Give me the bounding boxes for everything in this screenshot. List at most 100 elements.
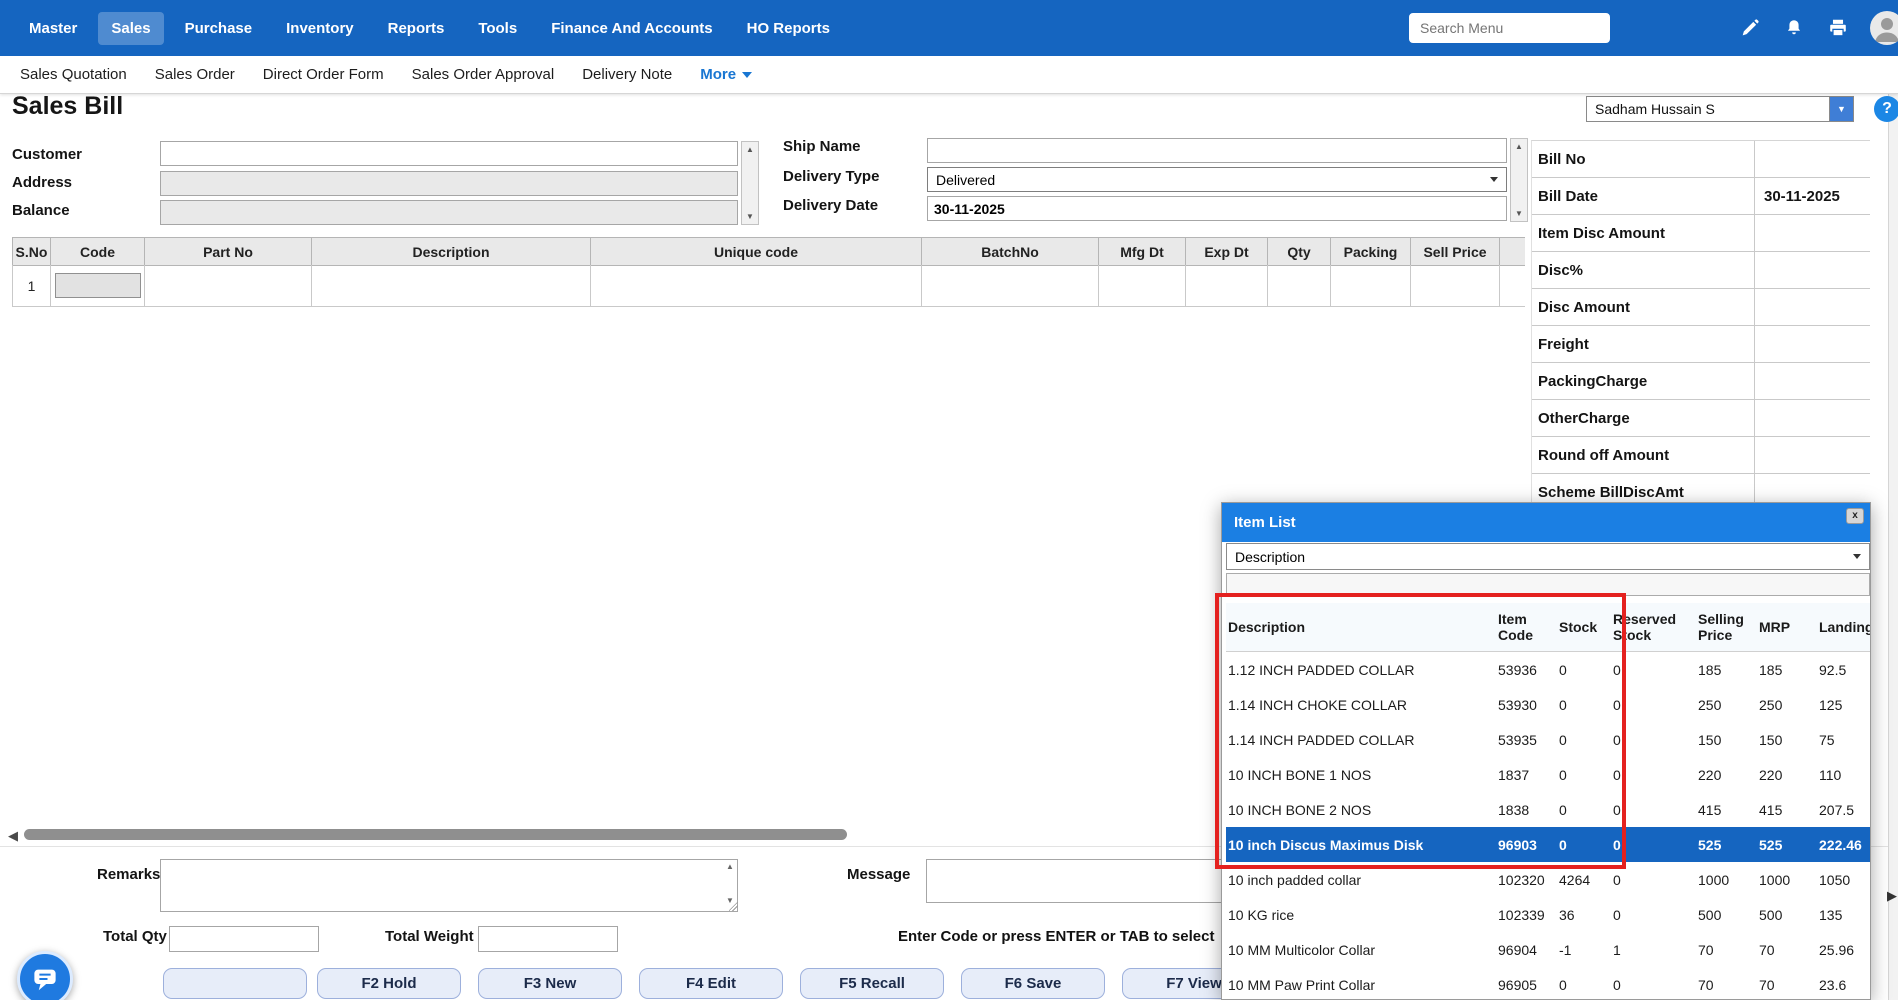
grid-cell-sno[interactable]: 1 <box>12 265 51 307</box>
item-list-row-1-12-inch-padded-collar[interactable]: 1.12 INCH PADDED COLLAR539360018518592.5 <box>1226 652 1870 687</box>
item-list-cell: 0 <box>1611 767 1696 783</box>
side-panel-row-bill-date: Bill Date30-11-2025 <box>1532 178 1870 215</box>
item-list-row-10-mm-paw-print-collar[interactable]: 10 MM Paw Print Collar9690500707023.6 <box>1226 967 1870 1000</box>
side-panel-label: Bill No <box>1532 151 1754 168</box>
right-scroll-strip[interactable] <box>1888 94 1898 1000</box>
subnav-item-sales-order-approval[interactable]: Sales Order Approval <box>398 58 569 91</box>
item-list-column-reserved-stock: Reserved Stock <box>1611 603 1696 651</box>
avatar[interactable] <box>1870 11 1898 45</box>
side-panel: Bill No Bill Date30-11-2025 Item Disc Amou… <box>1531 140 1870 511</box>
item-list-cell: 10 inch Discus Maximus Disk <box>1226 837 1496 853</box>
item-list-row-10-mm-multicolor-collar[interactable]: 10 MM Multicolor Collar96904-11707025.96 <box>1226 932 1870 967</box>
delivery-date-input[interactable] <box>927 196 1507 221</box>
scroll-left-icon[interactable]: ◀ <box>8 828 18 844</box>
item-list-row-10-kg-rice[interactable]: 10 KG rice102339360500500135 <box>1226 897 1870 932</box>
search-input[interactable] <box>1409 13 1610 43</box>
topnav-item-purchase[interactable]: Purchase <box>172 12 266 45</box>
item-list-cell: 0 <box>1557 802 1611 818</box>
subnav-item-direct-order-form[interactable]: Direct Order Form <box>249 58 398 91</box>
scroll-up-icon[interactable]: ▲ <box>746 145 754 154</box>
total-qty-input[interactable] <box>169 926 319 952</box>
button-f4-edit[interactable]: F4 Edit <box>639 968 783 999</box>
item-list-cell: 525 <box>1757 837 1817 853</box>
balance-label: Balance <box>12 202 70 219</box>
item-list-cell: 96903 <box>1496 837 1557 853</box>
item-list-row-10-inch-bone-2-nos[interactable]: 10 INCH BONE 2 NOS183800415415207.5 <box>1226 792 1870 827</box>
customer-input[interactable] <box>160 141 738 166</box>
grid-cell[interactable] <box>51 265 145 307</box>
grid-cell[interactable] <box>1186 265 1268 307</box>
item-list-column-selling-price: Selling Price <box>1696 603 1757 651</box>
popup-titlebar[interactable]: Item List x <box>1222 503 1870 542</box>
grid-cell[interactable] <box>922 265 1099 307</box>
item-search-input[interactable] <box>1226 573 1870 596</box>
topnav-item-sales[interactable]: Sales <box>98 12 163 45</box>
pen-icon[interactable] <box>1738 16 1762 40</box>
button-f2-hold[interactable]: F2 Hold <box>317 968 461 999</box>
subnav-item-delivery-note[interactable]: Delivery Note <box>568 58 686 91</box>
subnav-item-sales-order[interactable]: Sales Order <box>141 58 249 91</box>
side-panel-row-disc: Disc% <box>1532 252 1870 289</box>
sub-navigation: Sales QuotationSales OrderDirect Order F… <box>0 56 1898 94</box>
item-list-cell: 53935 <box>1496 732 1557 748</box>
item-list-row-10-inch-bone-1-nos[interactable]: 10 INCH BONE 1 NOS183700220220110 <box>1226 757 1870 792</box>
grid-cell[interactable] <box>145 265 312 307</box>
scroll-right-icon[interactable]: ▶ <box>1887 888 1897 904</box>
scroll-up-icon[interactable]: ▲ <box>726 862 734 871</box>
item-list-cell: 102320 <box>1496 872 1557 888</box>
grid-cell[interactable] <box>591 265 922 307</box>
scroll-down-icon[interactable]: ▼ <box>1515 209 1523 218</box>
grid-cell[interactable] <box>312 265 591 307</box>
branch-select[interactable]: Sadham Hussain S ▼ <box>1586 96 1854 122</box>
grid-cell[interactable] <box>1099 265 1186 307</box>
subnav-item-sales-quotation[interactable]: Sales Quotation <box>6 58 141 91</box>
ship-name-input[interactable] <box>927 138 1507 163</box>
delivery-type-select[interactable]: Delivered <box>927 167 1507 192</box>
function-button-blank[interactable] <box>163 968 307 999</box>
chat-icon[interactable] <box>17 951 73 1000</box>
item-list-cell: 96905 <box>1496 977 1557 993</box>
help-icon[interactable]: ? <box>1874 96 1898 122</box>
scroll-down-icon[interactable]: ▼ <box>746 212 754 221</box>
button-f5-recall[interactable]: F5 Recall <box>800 968 944 999</box>
grid-cell[interactable] <box>1411 265 1500 307</box>
printer-icon[interactable] <box>1826 16 1850 40</box>
item-code-input[interactable] <box>55 273 141 298</box>
side-panel-row-bill-no: Bill No <box>1532 141 1870 178</box>
remarks-textarea[interactable] <box>160 859 738 912</box>
total-weight-input[interactable] <box>478 926 618 952</box>
item-list-cell: 10 MM Multicolor Collar <box>1226 942 1496 958</box>
scroll-up-icon[interactable]: ▲ <box>1515 142 1523 151</box>
delivery-type-label: Delivery Type <box>783 168 879 185</box>
balance-input <box>160 200 738 225</box>
item-list-row-1-14-inch-padded-collar[interactable]: 1.14 INCH PADDED COLLAR539350015015075 <box>1226 722 1870 757</box>
item-list-column-description: Description <box>1226 603 1496 651</box>
grid-cell[interactable] <box>1268 265 1331 307</box>
topnav-item-master[interactable]: Master <box>16 12 90 45</box>
side-panel-label: Disc Amount <box>1532 299 1754 316</box>
item-list-cell: 53936 <box>1496 662 1557 678</box>
grid-cell[interactable] <box>1500 265 1525 307</box>
bell-icon[interactable] <box>1782 16 1806 40</box>
item-list-row-10-inch-padded-collar[interactable]: 10 inch padded collar1023204264010001000… <box>1226 862 1870 897</box>
subnav-items: Sales QuotationSales OrderDirect Order F… <box>6 58 766 91</box>
topnav-item-finance-and-accounts[interactable]: Finance And Accounts <box>538 12 725 45</box>
topnav-item-ho-reports[interactable]: HO Reports <box>734 12 843 45</box>
grid-cell[interactable] <box>1331 265 1411 307</box>
button-f6-save[interactable]: F6 Save <box>961 968 1105 999</box>
side-panel-label: Item Disc Amount <box>1532 225 1754 242</box>
search-by-select[interactable]: Description <box>1226 543 1870 570</box>
item-list-row-10-inch-discus-maximus-disk[interactable]: 10 inch Discus Maximus Disk9690300525525… <box>1226 827 1870 862</box>
subnav-item-more[interactable]: More <box>686 58 766 91</box>
close-icon[interactable]: x <box>1846 508 1864 524</box>
resize-grip[interactable] <box>729 902 738 911</box>
horizontal-scrollbar[interactable] <box>24 829 847 840</box>
topnav-item-tools[interactable]: Tools <box>465 12 530 45</box>
topnav-item-reports[interactable]: Reports <box>375 12 458 45</box>
topnav-item-inventory[interactable]: Inventory <box>273 12 367 45</box>
search-by-value: Description <box>1235 549 1305 565</box>
grid-column-s-no: S.No <box>12 237 51 266</box>
item-list-row-1-14-inch-choke-collar[interactable]: 1.14 INCH CHOKE COLLAR5393000250250125 <box>1226 687 1870 722</box>
customer-scroll: ▲ ▼ <box>741 141 759 225</box>
button-f3-new[interactable]: F3 New <box>478 968 622 999</box>
